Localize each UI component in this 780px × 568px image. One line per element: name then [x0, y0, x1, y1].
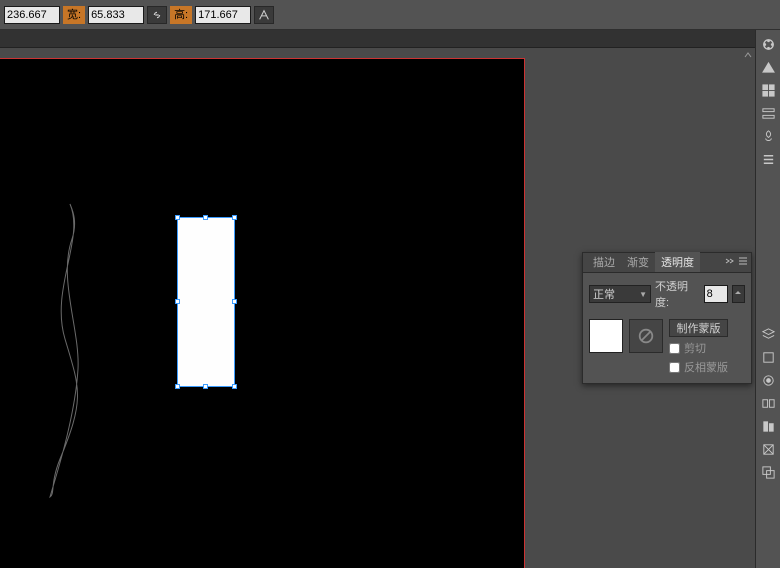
handle-bottom[interactable]	[203, 384, 208, 389]
stroke-panel-icon[interactable]	[758, 149, 779, 170]
link-icon	[150, 8, 164, 22]
handle-top[interactable]	[203, 215, 208, 220]
height-input[interactable]	[195, 6, 251, 24]
transform-icon[interactable]	[758, 439, 779, 460]
pathfinder-icon[interactable]	[758, 462, 779, 483]
color-panel-icon[interactable]	[758, 34, 779, 55]
constrain-button[interactable]	[254, 6, 274, 24]
handle-left[interactable]	[175, 299, 180, 304]
options-bar: 宽: 高:	[0, 0, 780, 30]
width-input[interactable]	[88, 6, 144, 24]
opacity-stepper[interactable]	[732, 285, 745, 303]
layers-icon[interactable]	[758, 324, 779, 345]
x-input[interactable]	[4, 6, 60, 24]
handle-bottom-left[interactable]	[175, 384, 180, 389]
canvas[interactable]	[0, 58, 525, 568]
graphic-styles-icon[interactable]	[758, 393, 779, 414]
brushes-icon[interactable]	[758, 103, 779, 124]
scrollbar-up-icon[interactable]	[741, 48, 755, 62]
transparency-panel: 描边 渐变 透明度 正常 ▼ 不透明度: 制作蒙版	[582, 252, 752, 384]
blend-mode-value: 正常	[593, 286, 615, 302]
artboards-icon[interactable]	[758, 347, 779, 368]
chevron-down-icon: ▼	[639, 290, 647, 299]
handle-right[interactable]	[232, 299, 237, 304]
right-panel-dock	[755, 30, 780, 568]
appearance-icon[interactable]	[758, 370, 779, 391]
object-thumbnail[interactable]	[589, 319, 623, 353]
clip-check-input[interactable]	[669, 343, 680, 354]
opacity-input[interactable]	[704, 285, 728, 303]
workspace: 描边 渐变 透明度 正常 ▼ 不透明度: 制作蒙版	[0, 48, 755, 568]
panel-menu-icon[interactable]	[737, 255, 749, 267]
panel-tabs: 描边 渐变 透明度	[583, 253, 751, 273]
invert-checkbox[interactable]: 反相蒙版	[669, 359, 728, 375]
tab-stroke[interactable]: 描边	[587, 252, 621, 272]
swatches-icon[interactable]	[758, 80, 779, 101]
constrain-icon	[257, 8, 271, 22]
make-mask-button[interactable]: 制作蒙版	[669, 319, 728, 337]
symbols-icon[interactable]	[758, 126, 779, 147]
handle-top-right[interactable]	[232, 215, 237, 220]
panel-collapse-icon[interactable]	[723, 255, 735, 267]
selected-rectangle[interactable]	[177, 217, 235, 387]
tab-gradient[interactable]: 渐变	[621, 252, 655, 272]
height-label: 高:	[170, 6, 192, 24]
curve-path	[30, 199, 110, 499]
no-mask-icon	[637, 327, 655, 345]
tab-transparency[interactable]: 透明度	[655, 252, 700, 272]
width-label: 宽:	[63, 6, 85, 24]
color-guide-icon[interactable]	[758, 57, 779, 78]
blend-mode-select[interactable]: 正常 ▼	[589, 285, 651, 303]
clip-checkbox[interactable]: 剪切	[669, 340, 728, 356]
clip-label: 剪切	[684, 340, 706, 356]
invert-label: 反相蒙版	[684, 359, 728, 375]
mask-thumbnail[interactable]	[629, 319, 663, 353]
tab-strip	[0, 30, 780, 48]
link-wh-button[interactable]	[147, 6, 167, 24]
handle-bottom-right[interactable]	[232, 384, 237, 389]
handle-top-left[interactable]	[175, 215, 180, 220]
align-icon[interactable]	[758, 416, 779, 437]
opacity-label: 不透明度:	[655, 278, 700, 310]
invert-check-input[interactable]	[669, 362, 680, 373]
